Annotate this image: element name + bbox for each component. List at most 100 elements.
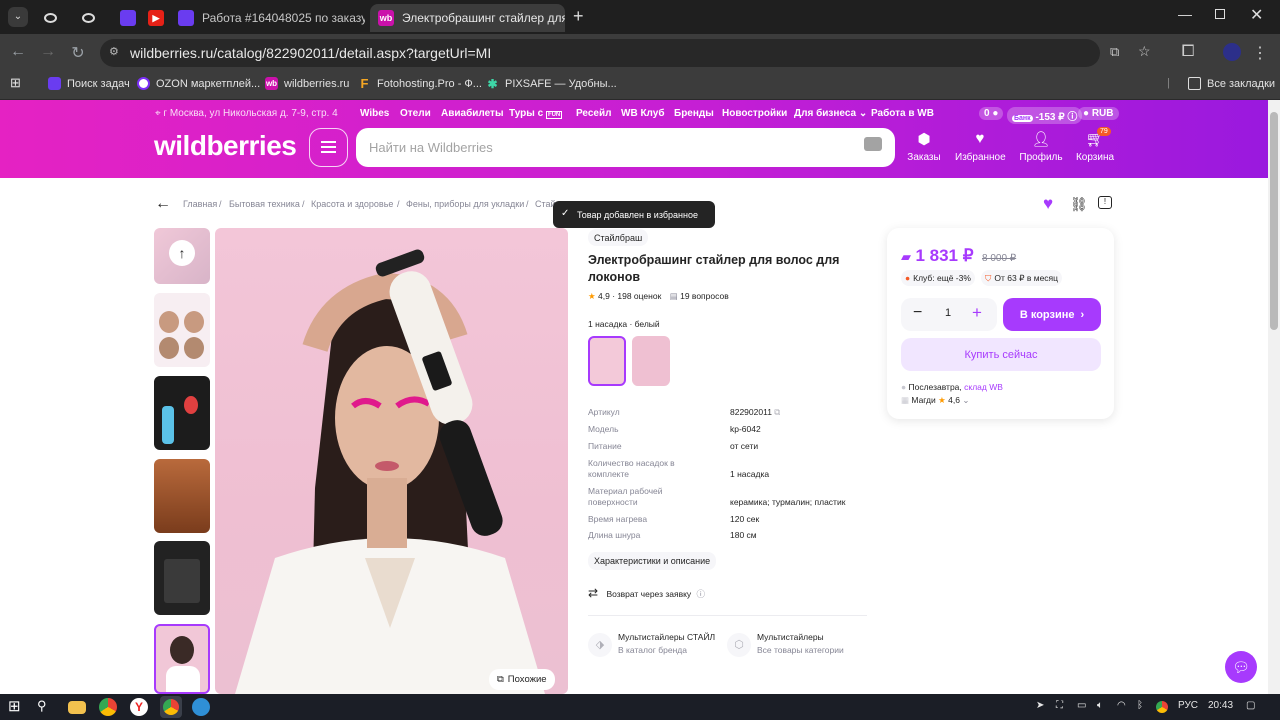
all-bookmarks[interactable]: Все закладки <box>1188 77 1275 90</box>
rating-row[interactable]: ★ 4,9 · 198 оценок ▤ 19 вопросов <box>588 291 729 302</box>
back-arrow-icon[interactable]: ← <box>155 195 171 213</box>
breadcrumb-item[interactable]: Главная <box>183 199 217 209</box>
app-icon[interactable] <box>192 698 210 716</box>
clock[interactable]: 20:43 <box>1208 700 1233 711</box>
camera-icon[interactable] <box>864 137 882 151</box>
warehouse-link[interactable]: склад WB <box>964 382 1003 392</box>
breadcrumb-item[interactable]: Красота и здоровье <box>311 199 393 209</box>
maximize-button[interactable] <box>1215 9 1225 19</box>
top-link[interactable]: Отели <box>400 108 431 119</box>
close-window-button[interactable]: ✕ <box>1250 5 1263 25</box>
file-explorer-icon[interactable] <box>68 701 86 714</box>
reload-icon[interactable]: ↻ <box>68 43 88 63</box>
top-link[interactable]: Бренды <box>674 108 714 119</box>
variant-option[interactable] <box>632 336 670 386</box>
wb-logo[interactable]: wildberries <box>154 130 297 162</box>
quantity-stepper[interactable]: − 1 + <box>901 298 997 331</box>
top-link[interactable]: Авиабилеты <box>441 108 504 119</box>
nav-cart[interactable]: 🛒︎ Корзина 79 <box>1070 127 1120 163</box>
in-cart-button[interactable]: В корзине › <box>1003 298 1101 331</box>
similar-button[interactable]: ⧉ Похожие <box>489 669 555 690</box>
site-settings-icon[interactable]: ⚙ <box>109 45 119 58</box>
address-bar[interactable]: ⚙ wildberries.ru/catalog/822902011/detai… <box>100 39 1151 67</box>
yandex-icon[interactable]: Y <box>130 698 148 716</box>
copy-icon[interactable]: ⧉ <box>774 407 780 417</box>
top-link[interactable]: Для бизнеса ⌄ <box>794 108 867 119</box>
tab-item[interactable] <box>74 4 102 32</box>
back-icon[interactable]: ← <box>8 43 28 61</box>
tab-search-button[interactable]: ⌄ <box>8 7 28 27</box>
notification-icon[interactable]: ▢ <box>1246 700 1255 711</box>
telegram-icon[interactable]: ➤ <box>1036 700 1044 711</box>
tab-item-active[interactable]: wbЭлектробрашинг стайлер для× <box>370 4 565 32</box>
questions-count[interactable]: 19 вопросов <box>680 291 729 301</box>
windows-start-icon[interactable]: ⊞ <box>8 697 26 715</box>
screenshot-icon[interactable]: ⛶ <box>1056 700 1063 711</box>
bookmark-item[interactable]: wb wildberries.ru <box>265 77 349 90</box>
bookmark-item[interactable]: OZON маркетплей... <box>137 77 260 90</box>
chat-button[interactable]: 💬︎ <box>1225 651 1257 683</box>
balance-badge[interactable]: 0 ● <box>979 107 1004 120</box>
brand-badge[interactable]: Стайлбраш <box>588 229 649 246</box>
link-icon[interactable]: ⛓ <box>1070 196 1088 213</box>
apps-icon[interactable]: ⊞ <box>10 75 21 91</box>
top-link[interactable]: Новостройки <box>722 108 787 119</box>
search-icon[interactable]: ⚲ <box>37 698 55 716</box>
thumbnail-selected[interactable] <box>154 624 210 694</box>
favorite-heart-icon[interactable]: ♥ <box>1043 194 1053 214</box>
scrollbar-thumb[interactable] <box>1270 112 1278 330</box>
nav-favorites[interactable]: ♥ Избранное <box>955 130 1006 163</box>
thumbnail[interactable] <box>154 459 210 533</box>
chrome-icon[interactable] <box>99 698 117 716</box>
return-info[interactable]: ⇄ Возврат через заявку ⓘ <box>588 586 705 600</box>
breadcrumb-item[interactable]: Фены, приборы для укладки <box>406 199 524 209</box>
nav-orders[interactable]: ⬢ Заказы <box>899 130 949 163</box>
chrome-active-icon[interactable] <box>160 696 182 718</box>
top-link[interactable]: Wibes <box>360 108 389 119</box>
extensions-icon[interactable]: ⧠ <box>1178 43 1198 61</box>
bookmark-item[interactable]: ✱ PIXSAFE — Удобны... <box>486 77 616 91</box>
specs-description-button[interactable]: Характеристики и описание <box>588 552 717 570</box>
language-indicator[interactable]: РУС <box>1178 700 1198 711</box>
club-discount-badge[interactable]: ● Клуб: ещё -3% <box>901 270 975 286</box>
installment-badge[interactable]: ⛉ От 63 ₽ в месяц <box>981 270 1063 286</box>
top-link[interactable]: WB Клуб <box>621 108 665 119</box>
breadcrumb-item[interactable]: Бытовая техника <box>229 199 300 209</box>
category-link[interactable]: ⬡ Мультистайлеры Все товары категории <box>727 631 867 659</box>
info-icon[interactable]: ⓘ <box>697 589 706 599</box>
forward-icon[interactable]: → <box>38 43 58 61</box>
avatar[interactable] <box>1223 43 1241 61</box>
top-link[interactable]: Туры с FUN <box>509 108 563 119</box>
bookmark-item[interactable]: Поиск задач <box>48 77 130 90</box>
volume-icon[interactable]: 🔈︎ <box>1097 700 1103 711</box>
buy-now-button[interactable]: Купить сейчас <box>901 338 1101 371</box>
tab-item[interactable]: Работа #164048025 по заказу× <box>170 4 365 32</box>
tab-item[interactable] <box>112 4 140 32</box>
new-tab-button[interactable]: + <box>573 6 584 27</box>
search-input[interactable]: Найти на Wildberries <box>356 128 895 167</box>
thumbnail[interactable] <box>154 293 210 367</box>
catalog-menu-button[interactable] <box>309 128 348 167</box>
menu-icon[interactable]: ⋮ <box>1250 43 1270 63</box>
product-main-image[interactable]: ⧉ Похожие <box>215 228 568 694</box>
arrow-up-icon[interactable]: ↑ <box>169 240 195 266</box>
bookmark-item[interactable]: F Fotohosting.Pro - Ф... <box>358 76 482 91</box>
tab-item[interactable]: ▶ <box>140 4 168 32</box>
report-icon[interactable]: ! <box>1098 196 1112 209</box>
bluetooth-icon[interactable]: ᛒ <box>1137 700 1143 711</box>
nav-profile[interactable]: 👤︎ Профиль <box>1016 130 1066 163</box>
tab-item[interactable] <box>36 4 64 32</box>
plus-icon[interactable]: + <box>972 303 982 323</box>
chrome-tray-icon[interactable] <box>1156 701 1168 713</box>
currency-select[interactable]: ● RUB <box>1078 107 1119 120</box>
location[interactable]: ⌖ г Москва, ул Никольская д. 7-9, стр. 4 <box>155 108 338 119</box>
seller-info[interactable]: ▦ Магди ★ 4,6 ⌄ <box>901 395 969 406</box>
thumbnail[interactable]: ↑ <box>154 228 210 284</box>
bank-badge[interactable]: Банк -153 ₽ ⓘ <box>1007 107 1083 124</box>
brand-catalog-link[interactable]: ⬗ Мультистайлеры СТАЙЛ В каталог бренда <box>588 631 715 659</box>
wifi-icon[interactable]: ◠ <box>1117 700 1126 711</box>
display-icon[interactable]: ▭ <box>1077 700 1086 711</box>
minimize-button[interactable]: — <box>1178 6 1192 22</box>
install-app-icon[interactable]: ⧉ <box>1110 44 1119 60</box>
top-link[interactable]: Ресейл <box>576 108 611 119</box>
